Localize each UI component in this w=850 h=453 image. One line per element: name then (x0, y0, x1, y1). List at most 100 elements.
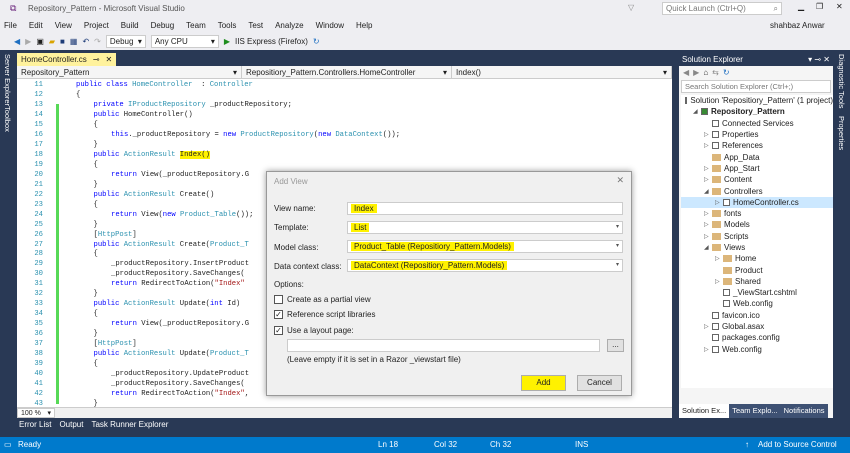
tree-item[interactable]: ▷Properties (681, 129, 833, 140)
expand-arrow-icon[interactable]: ▷ (704, 165, 712, 172)
tree-item[interactable]: packages.config (681, 332, 833, 343)
save-all-icon[interactable]: ▦ (70, 37, 78, 46)
menu-help[interactable]: Help (356, 21, 372, 30)
refresh-icon[interactable]: ↻ (313, 37, 320, 46)
menu-build[interactable]: Build (121, 21, 139, 30)
tree-item[interactable]: ◢Controllers (681, 185, 833, 196)
solution-search-input[interactable]: Search Solution Explorer (Ctrl+;) (681, 80, 831, 93)
menu-project[interactable]: Project (84, 21, 109, 30)
save-icon[interactable]: ■ (60, 37, 65, 46)
tree-item[interactable]: ▷References (681, 140, 833, 151)
expand-arrow-icon[interactable]: ▷ (704, 210, 712, 217)
solution-tab[interactable]: Team Explo... (729, 404, 780, 418)
solution-tab[interactable]: Solution Ex... (679, 404, 729, 418)
checkbox-unchecked[interactable] (274, 295, 283, 304)
tree-item[interactable]: App_Data (681, 151, 833, 162)
tree-item[interactable]: ▷fonts (681, 208, 833, 219)
expand-arrow-icon[interactable]: ▷ (704, 221, 712, 228)
tree-item[interactable]: ◢Repository_Pattern (681, 106, 833, 117)
tree-item[interactable]: ▷Content (681, 174, 833, 185)
expand-arrow-icon[interactable]: ◢ (693, 108, 701, 115)
tree-item[interactable]: Product (681, 264, 833, 275)
tab-homecontroller[interactable]: HomeController.cs ⊸ ✕ (17, 53, 116, 66)
dialog-close-button[interactable]: ✕ (616, 175, 624, 186)
expand-arrow-icon[interactable]: ◢ (704, 188, 712, 195)
tree-item[interactable]: ▷Web.config (681, 344, 833, 355)
minimize-button[interactable]: ▁ (798, 2, 804, 11)
run-button[interactable]: IIS Express (Firefox) (235, 37, 308, 46)
left-tab-1[interactable]: Toolbox (3, 106, 12, 132)
menu-analyze[interactable]: Analyze (275, 21, 303, 30)
tree-item[interactable]: ▷Shared (681, 276, 833, 287)
data-context-dropdown[interactable]: DataContext (Repositiory_Pattern.Models)… (347, 259, 623, 272)
solution-tab[interactable]: Notifications (781, 404, 828, 418)
quick-launch-input[interactable]: Quick Launch (Ctrl+Q)⌕ (662, 2, 782, 15)
add-to-source-control-button[interactable]: Add to Source Control (758, 440, 837, 449)
tree-item[interactable]: Solution 'Repositiory_Pattern' (1 projec… (681, 95, 833, 106)
cancel-button[interactable]: Cancel (577, 375, 622, 391)
view-name-input[interactable]: Index (347, 202, 623, 215)
expand-arrow-icon[interactable]: ▷ (704, 176, 712, 183)
open-icon[interactable]: ▰ (49, 37, 55, 46)
partial-view-checkbox[interactable]: Create as a partial view (274, 295, 371, 304)
tree-item[interactable]: favicon.ico (681, 310, 833, 321)
browse-button[interactable]: ... (607, 339, 624, 352)
menu-test[interactable]: Test (248, 21, 263, 30)
tree-item[interactable]: ▷Home (681, 253, 833, 264)
expand-arrow-icon[interactable]: ▷ (704, 323, 712, 330)
forward-icon[interactable]: ▶ (693, 68, 699, 77)
tree-item[interactable]: Web.config (681, 298, 833, 309)
tree-item[interactable]: ▷Global.asax (681, 321, 833, 332)
zoom-dropdown[interactable]: 100 %▾ (17, 408, 55, 418)
right-tab-0[interactable]: Diagnostic Tools (837, 54, 846, 108)
layout-page-checkbox[interactable]: ✓Use a layout page: (274, 326, 354, 335)
refresh-icon[interactable]: ↻ (723, 68, 730, 77)
menu-file[interactable]: File (4, 21, 17, 30)
configuration-dropdown[interactable]: Debug▾ (106, 35, 146, 48)
expand-arrow-icon[interactable]: ▷ (704, 142, 712, 149)
expand-arrow-icon[interactable]: ▷ (704, 233, 712, 240)
expand-arrow-icon[interactable]: ▷ (715, 278, 723, 285)
tree-item[interactable]: ▷HomeController.cs (681, 197, 833, 208)
left-tab-0[interactable]: Server Explorer (3, 54, 12, 106)
expand-arrow-icon[interactable]: ▷ (704, 346, 712, 353)
expand-arrow-icon[interactable]: ◢ (704, 244, 712, 251)
add-button[interactable]: Add (521, 375, 566, 391)
user-account[interactable]: shahbaz Anwar (770, 21, 825, 30)
expand-arrow-icon[interactable]: ▷ (704, 131, 712, 138)
pin-icon[interactable]: ⊸ (93, 55, 100, 64)
project-dropdown[interactable]: Repository_Pattern▾ (17, 66, 242, 78)
menu-view[interactable]: View (55, 21, 72, 30)
check-icon[interactable]: ✓ (274, 326, 283, 335)
expand-arrow-icon[interactable]: ▷ (715, 255, 723, 262)
tree-item[interactable]: _ViewStart.cshtml (681, 287, 833, 298)
forward-icon[interactable]: ▶ (25, 37, 31, 46)
tree-item[interactable]: ◢Views (681, 242, 833, 253)
sync-icon[interactable]: ⇆ (712, 68, 719, 77)
expand-arrow-icon[interactable]: ▷ (715, 199, 723, 206)
template-dropdown[interactable]: List▾ (347, 221, 623, 234)
menu-tools[interactable]: Tools (218, 21, 237, 30)
back-icon[interactable]: ◀ (14, 37, 20, 46)
bottom-tab[interactable]: Output (59, 420, 83, 433)
reference-scripts-checkbox[interactable]: ✓Reference script libraries (274, 310, 375, 319)
class-dropdown[interactable]: Repositiory_Pattern.Controllers.HomeCont… (242, 66, 452, 78)
back-icon[interactable]: ◀ (683, 68, 689, 77)
bottom-tab[interactable]: Error List (19, 420, 51, 433)
tree-item[interactable]: ▷Models (681, 219, 833, 230)
menu-edit[interactable]: Edit (29, 21, 43, 30)
close-tab-icon[interactable]: ✕ (106, 55, 113, 64)
right-tab-1[interactable]: Properties (837, 116, 846, 150)
close-button[interactable]: ✕ (836, 2, 843, 11)
layout-page-input[interactable] (287, 339, 600, 352)
undo-icon[interactable]: ↶ (82, 37, 89, 46)
home-icon[interactable]: ⌂ (703, 68, 708, 77)
menu-window[interactable]: Window (316, 21, 344, 30)
filter-icon[interactable]: ▽ (628, 3, 634, 12)
tree-item[interactable]: ▷App_Start (681, 163, 833, 174)
new-project-icon[interactable]: ▣ (36, 37, 44, 46)
platform-dropdown[interactable]: Any CPU▾ (151, 35, 219, 48)
bottom-tab[interactable]: Task Runner Explorer (91, 420, 168, 433)
model-class-dropdown[interactable]: Product_Table (Repositiory_Pattern.Model… (347, 240, 623, 253)
check-icon[interactable]: ✓ (274, 310, 283, 319)
